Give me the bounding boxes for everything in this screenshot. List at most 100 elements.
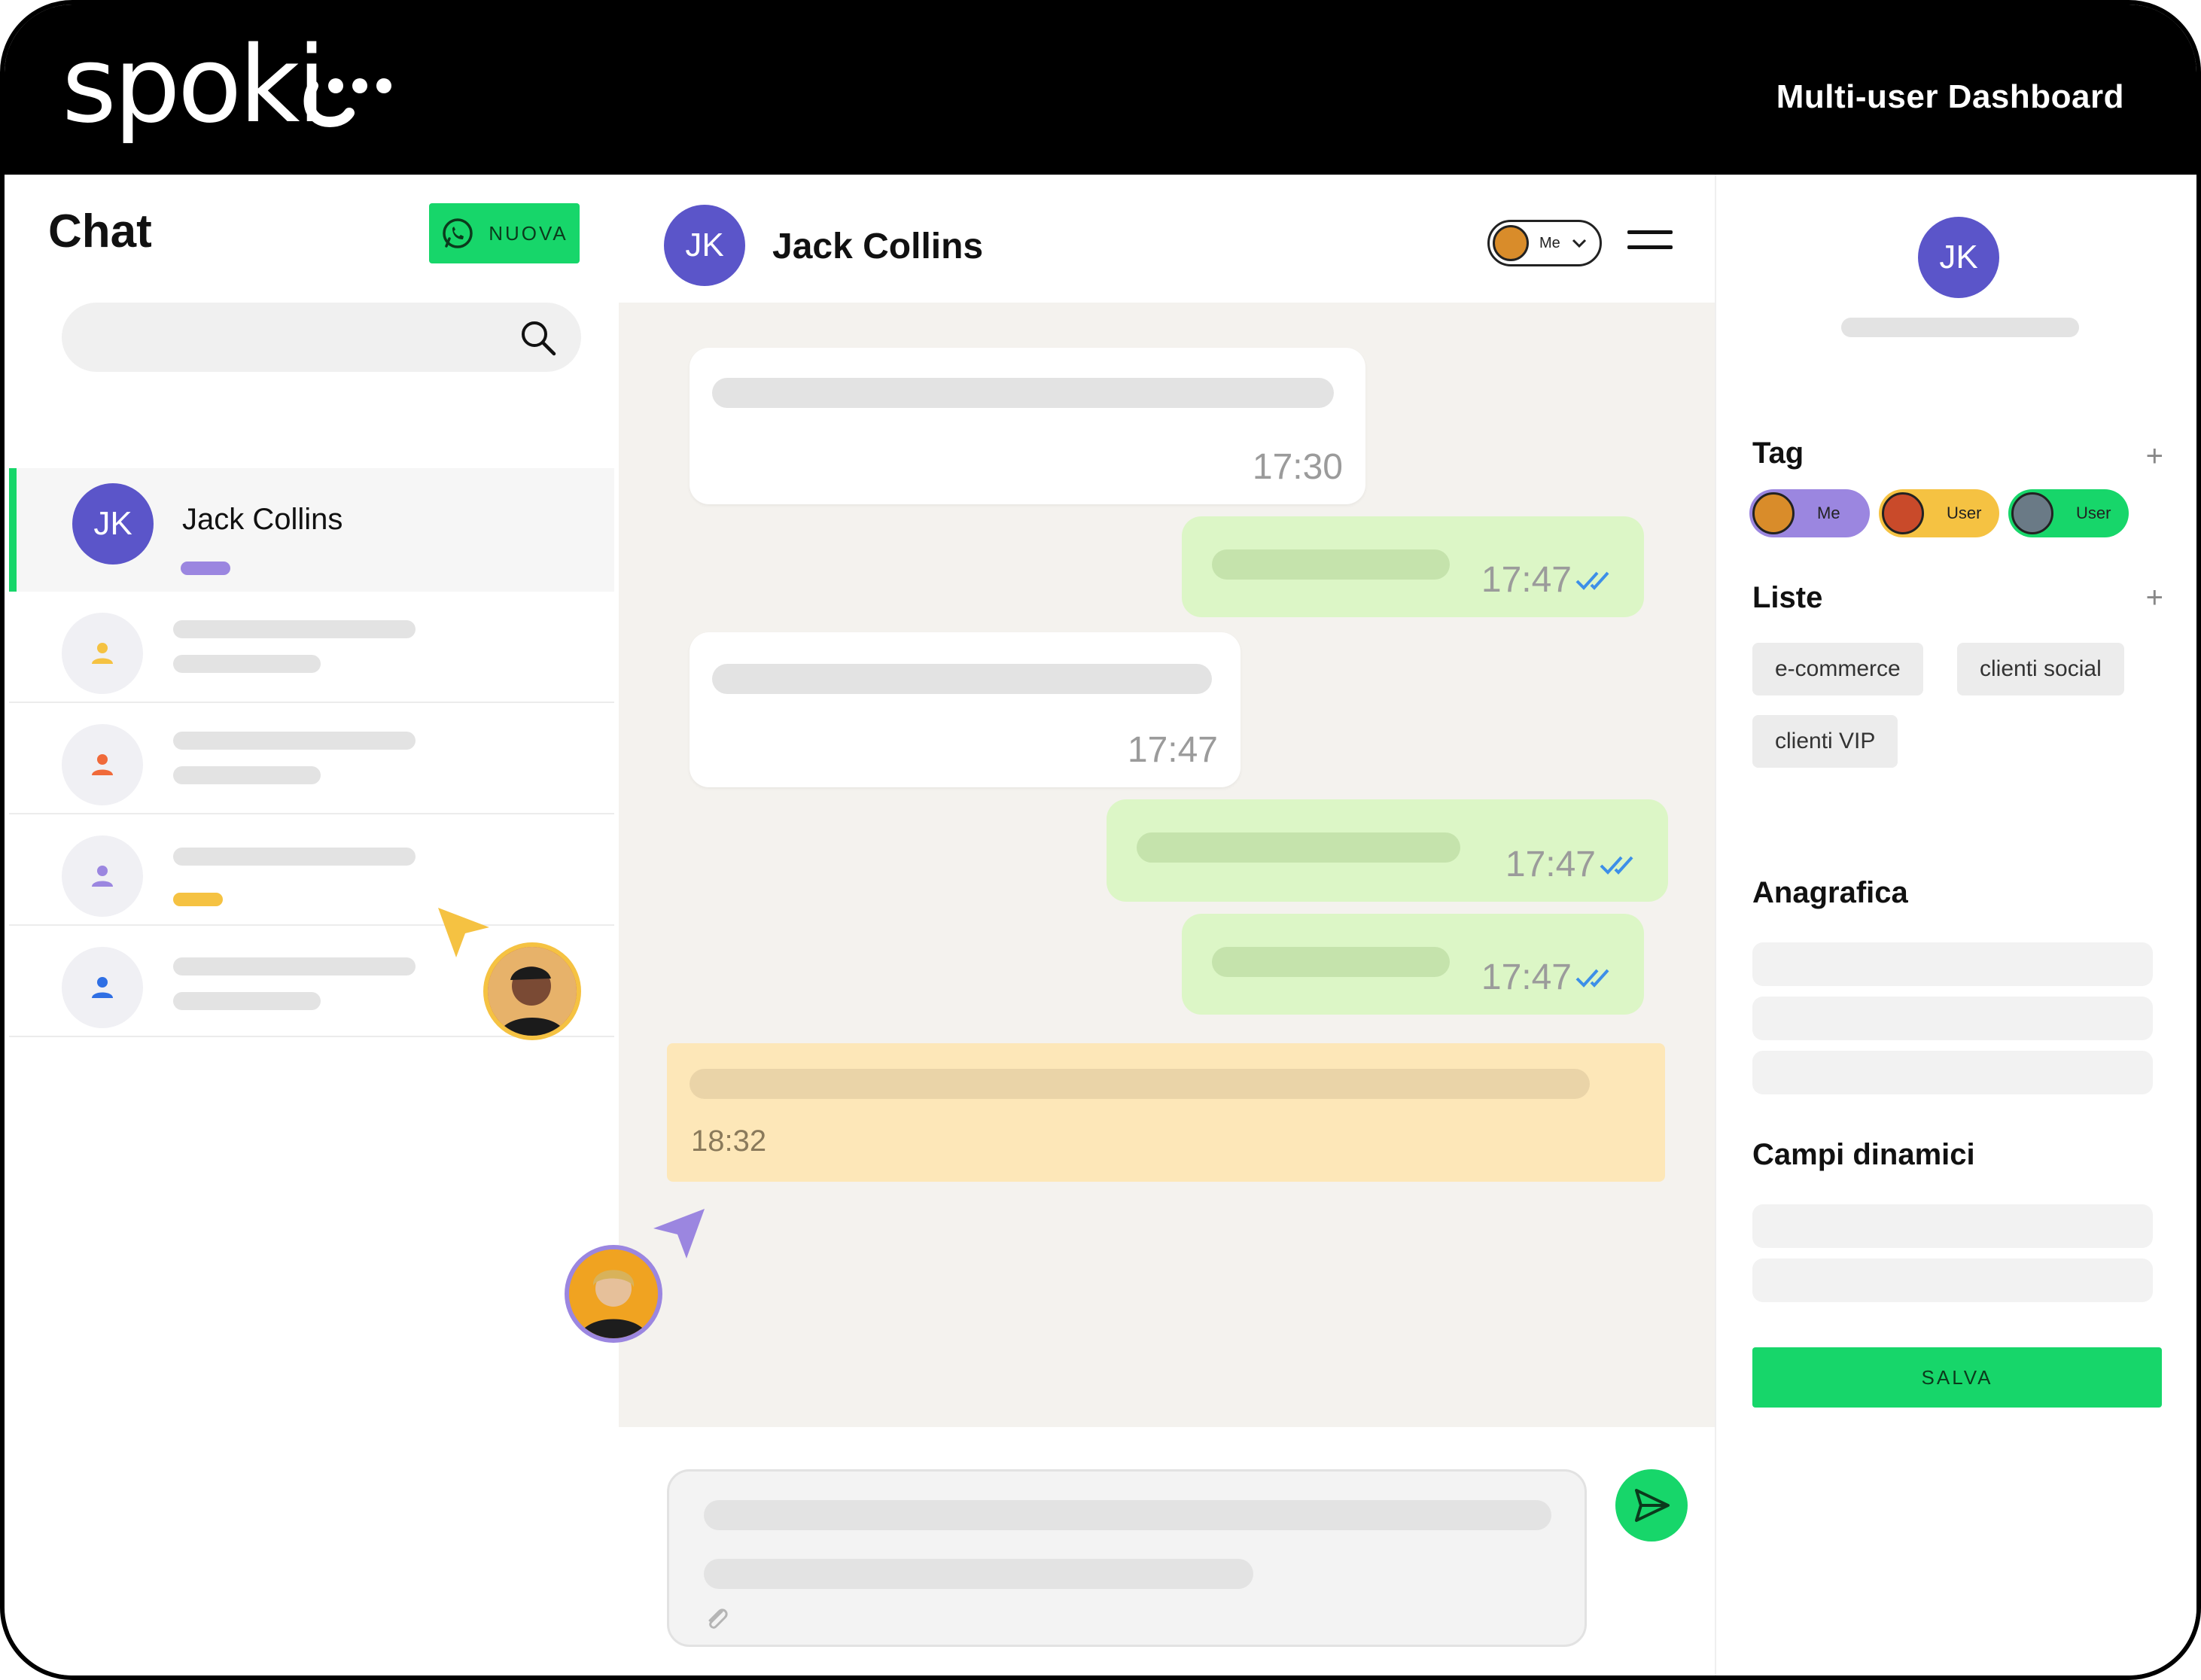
person-icon — [92, 754, 113, 775]
message-time: 17:47 — [1481, 560, 1572, 600]
logo: spoki — [62, 24, 326, 147]
tag-section-title: Tag — [1752, 437, 1804, 470]
list-chip[interactable]: clienti VIP — [1752, 715, 1898, 768]
tag-label: User — [1947, 504, 1982, 522]
avatar — [62, 724, 143, 805]
conversation-item[interactable] — [9, 703, 614, 814]
message-text-placeholder — [1137, 832, 1460, 863]
chat-header: JK Jack Collins Me — [619, 175, 1715, 303]
dynamic-field[interactable] — [1752, 1258, 2153, 1302]
tag-avatar — [1752, 492, 1795, 534]
new-chat-button[interactable]: NUOVA — [429, 203, 580, 263]
chat-sidebar: Chat NUOVA JK Jack Collins — [9, 175, 619, 1675]
add-tag-button[interactable]: + — [2146, 440, 2163, 473]
message-text-placeholder — [712, 664, 1212, 694]
search-input[interactable] — [62, 303, 581, 372]
tag-label: Me — [1817, 504, 1840, 522]
logo-mark-icon — [303, 78, 391, 128]
new-chat-label: NUOVA — [489, 221, 568, 245]
conversation-name-placeholder — [173, 620, 416, 638]
conversation-name-placeholder — [173, 848, 416, 866]
message-outgoing: 17:47 — [1107, 799, 1668, 902]
conversation-name-placeholder — [173, 957, 416, 975]
dynamic-field[interactable] — [1752, 1204, 2153, 1248]
dynamic-fields-title: Campi dinamici — [1752, 1138, 1975, 1171]
avatar — [62, 835, 143, 917]
lists-section-title: Liste — [1752, 581, 1823, 614]
add-list-button[interactable]: + — [2146, 581, 2163, 615]
person-icon — [92, 643, 113, 664]
menu-icon[interactable] — [1627, 229, 1673, 251]
assignee-avatar — [1493, 225, 1529, 261]
conversation-item[interactable] — [9, 592, 614, 703]
contact-avatar: JK — [664, 205, 745, 286]
contact-name-placeholder — [1841, 318, 2079, 337]
message-composer[interactable] — [667, 1469, 1587, 1647]
tag-avatar — [1882, 492, 1924, 534]
avatar: JK — [72, 483, 154, 565]
contact-avatar: JK — [1918, 217, 1999, 298]
message-time: 17:47 — [1505, 845, 1596, 884]
read-receipt-icon — [1600, 856, 1633, 875]
message-time: 17:47 — [1481, 957, 1572, 997]
conversation-item[interactable] — [9, 814, 614, 926]
conversation-item-active[interactable]: JK Jack Collins — [9, 468, 614, 592]
conversation-name-placeholder — [173, 732, 416, 750]
cursor-pointer-icon — [653, 1209, 705, 1258]
tag-chip[interactable]: User — [1879, 489, 1999, 537]
contact-details-panel: JK Tag + Me User User Liste + e-commerce… — [1715, 175, 2196, 1675]
search-icon[interactable] — [518, 318, 559, 358]
note-text-placeholder — [690, 1069, 1590, 1099]
person-icon — [92, 977, 113, 998]
person-icon — [92, 866, 113, 887]
sidebar-title: Chat — [48, 205, 152, 257]
list-chip[interactable]: clienti social — [1957, 643, 2124, 695]
avatar — [62, 613, 143, 694]
paperclip-icon[interactable] — [704, 1604, 729, 1633]
note-time: 18:32 — [691, 1125, 767, 1158]
read-receipt-icon — [1575, 571, 1609, 590]
message-outgoing: 17:47 — [1182, 516, 1644, 617]
send-button[interactable] — [1615, 1469, 1688, 1542]
conversation-preview-placeholder — [173, 992, 321, 1010]
chevron-down-icon — [1572, 239, 1586, 248]
conversation-preview-placeholder — [173, 766, 321, 784]
avatar — [62, 947, 143, 1028]
tag-label: User — [2076, 504, 2111, 522]
message-text-placeholder — [1212, 549, 1450, 580]
conversation-tag — [181, 562, 230, 575]
send-icon — [1635, 1489, 1670, 1522]
read-receipt-icon — [1575, 969, 1609, 988]
collaborator-avatar — [565, 1245, 662, 1343]
message-incoming: 17:30 — [690, 348, 1365, 504]
message-text-placeholder — [712, 378, 1334, 408]
list-chip[interactable]: e-commerce — [1752, 643, 1923, 695]
tag-avatar — [2011, 492, 2053, 534]
product-title: Multi-user Dashboard — [1776, 78, 2124, 115]
internal-note: 18:32 — [667, 1043, 1665, 1182]
top-bar: spoki Multi-user Dashboard — [5, 5, 2196, 175]
assignee-dropdown[interactable]: Me — [1487, 220, 1602, 266]
message-text-placeholder — [1212, 947, 1450, 977]
tag-chip[interactable]: User — [2008, 489, 2129, 537]
registry-field[interactable] — [1752, 942, 2153, 986]
composer-text-placeholder — [704, 1559, 1253, 1589]
message-time: 17:30 — [1252, 447, 1343, 487]
registry-field[interactable] — [1752, 997, 2153, 1040]
composer-text-placeholder — [704, 1500, 1551, 1530]
save-button[interactable]: SALVA — [1752, 1347, 2162, 1408]
message-time: 17:47 — [1127, 730, 1218, 770]
assignee-label: Me — [1539, 234, 1560, 251]
message-incoming: 17:47 — [690, 632, 1241, 787]
registry-field[interactable] — [1752, 1051, 2153, 1094]
conversation-tag — [173, 893, 223, 906]
message-outgoing: 17:47 — [1182, 914, 1644, 1015]
person-photo-icon — [488, 947, 577, 1036]
app-window: spoki Multi-user Dashboard Chat NUOVA JK… — [0, 0, 2201, 1680]
message-area: 17:30 17:47 17:47 17:47 17:47 18:32 — [619, 303, 1715, 1427]
cursor-pointer-icon — [438, 908, 489, 957]
conversation-preview-placeholder — [173, 655, 321, 673]
contact-name: Jack Collins — [772, 227, 984, 266]
collaborator-avatar — [483, 942, 581, 1040]
tag-chip[interactable]: Me — [1749, 489, 1870, 537]
